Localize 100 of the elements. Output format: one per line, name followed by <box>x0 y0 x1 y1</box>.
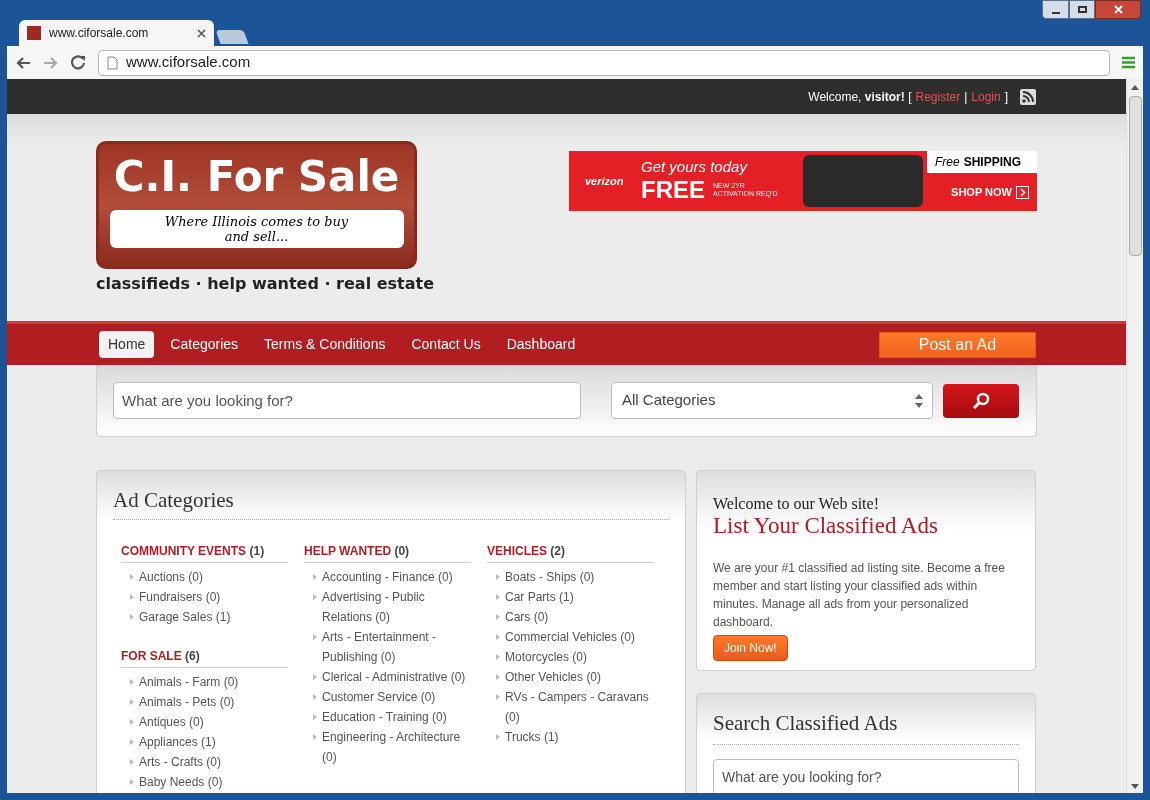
bullet-icon <box>313 573 317 580</box>
category-link[interactable]: Garage Sales (1) <box>139 606 231 627</box>
category-link[interactable]: Antiques (0) <box>139 711 204 732</box>
logo-subtitle: classifieds · help wanted · real estate <box>96 273 434 295</box>
bullet-icon <box>130 738 134 745</box>
scroll-down-icon[interactable] <box>1131 784 1139 789</box>
ad-brand: verizon <box>585 173 625 189</box>
category-link[interactable]: Animals - Farm (0) <box>139 671 239 692</box>
logo-sign[interactable]: C.I. For Sale Where Illinois comes to buy and sell... <box>96 141 417 269</box>
bullet-icon <box>130 593 134 600</box>
category-select[interactable]: All Categories <box>611 382 933 419</box>
category-link[interactable]: Other Vehicles (0) <box>505 666 602 687</box>
category-link[interactable]: Accounting - Finance (0) <box>322 566 453 587</box>
logo-tagline: Where Illinois comes to buy and sell... <box>109 210 404 248</box>
welcome-intro: Welcome to our Web site! <box>713 495 880 513</box>
top-bar-text: | <box>964 88 968 106</box>
category-link[interactable]: Clerical - Administrative (0) <box>322 666 466 687</box>
category-link[interactable]: Advertising - Public Relations (0) <box>322 586 471 627</box>
category-heading[interactable]: FOR SALE (6) <box>121 646 288 668</box>
tab-title: www.ciforsale.com <box>49 25 150 42</box>
bullet-icon <box>496 653 500 660</box>
ad-headline: Get yours today <box>641 158 749 176</box>
category-link[interactable]: Customer Service (0) <box>322 686 436 707</box>
nav-tab[interactable]: Categories <box>160 331 249 358</box>
favicon-icon <box>27 26 41 40</box>
category-link[interactable]: Arts - Crafts (0) <box>139 751 221 772</box>
category-link[interactable]: Education - Training (0) <box>322 706 447 727</box>
minimize-button[interactable] <box>1042 0 1069 19</box>
bullet-icon <box>130 573 134 580</box>
bullet-icon <box>313 733 317 740</box>
welcome-title: List Your Classified Ads <box>713 513 939 539</box>
menu-icon[interactable] <box>1122 56 1135 69</box>
bullet-icon <box>496 673 500 680</box>
bullet-icon <box>496 633 500 640</box>
search-field[interactable]: What are you looking for? <box>113 382 581 419</box>
category-heading[interactable]: HELP WANTED (0) <box>304 541 471 563</box>
bullet-icon <box>496 593 500 600</box>
address-bar[interactable]: www.ciforsale.com <box>98 49 1110 76</box>
close-icon[interactable] <box>197 28 206 38</box>
logo-title: C.I. For Sale <box>113 152 400 202</box>
category-link[interactable]: Baby Needs (0) <box>139 771 223 792</box>
category-heading[interactable]: VEHICLES (2) <box>487 541 654 563</box>
top-bar-link[interactable]: Register <box>915 87 961 106</box>
category-link[interactable]: Engineering - Architecture (0) <box>322 726 471 767</box>
bullet-icon <box>313 673 317 680</box>
bullet-icon <box>313 713 317 720</box>
panel-title: Ad Categories <box>113 485 669 520</box>
maximize-button[interactable] <box>1069 0 1095 19</box>
bullet-icon <box>313 693 317 700</box>
spinner-arrows-icon <box>914 392 924 409</box>
search-button[interactable] <box>943 383 1019 418</box>
bullet-icon <box>496 733 500 740</box>
scroll-thumb[interactable] <box>1128 96 1142 256</box>
rss-icon[interactable] <box>1020 88 1036 105</box>
chevron-icon <box>1016 185 1029 199</box>
top-bar-text: ] <box>1004 88 1008 106</box>
category-link[interactable]: Cars (0) <box>505 606 549 627</box>
category-link[interactable]: Appliances (1) <box>139 731 216 752</box>
nav-tab[interactable]: Contact Us <box>401 331 491 358</box>
shop-now-link[interactable]: SHOP NOW <box>951 183 1012 201</box>
category-link[interactable]: RVs - Campers - Caravans (0) <box>505 686 654 727</box>
bullet-icon <box>496 573 500 580</box>
search-field[interactable]: What are you looking for? <box>713 758 1019 793</box>
top-bar-text: Welcome, visitor! [ <box>808 88 912 106</box>
nav-tab[interactable]: Terms & Conditions <box>254 331 396 358</box>
shipping-label: Free SHIPPING <box>927 151 1037 173</box>
bullet-icon <box>130 613 134 620</box>
bullet-icon <box>130 678 134 685</box>
category-link[interactable]: Fundraisers (0) <box>139 586 221 607</box>
search-icon <box>972 391 990 410</box>
category-link[interactable]: Trucks (1) <box>505 726 559 747</box>
category-heading[interactable]: COMMUNITY EVENTS (1) <box>121 541 288 563</box>
bullet-icon <box>313 593 317 600</box>
category-link[interactable]: Car Parts (1) <box>505 586 574 607</box>
welcome-text: We are your #1 classified ad listing site. Become a free member and start listing your classified ads within minutes. Manage all ads from your personalized dashboard. <box>713 560 1006 631</box>
category-link[interactable]: Commercial Vehicles (0) <box>505 626 636 647</box>
nav-tab[interactable]: Dashboard <box>496 331 586 358</box>
category-link[interactable]: Arts - Entertainment - Publishing (0) <box>322 626 471 667</box>
bullet-icon <box>313 633 317 640</box>
scroll-up-icon[interactable] <box>1131 85 1139 90</box>
bullet-icon <box>130 698 134 705</box>
top-bar-link[interactable]: Login <box>971 87 1001 106</box>
category-link[interactable]: Motorcycles (0) <box>505 646 587 667</box>
back-icon[interactable] <box>15 55 31 70</box>
url-text: www.ciforsale.com <box>126 52 251 73</box>
browser-tab[interactable]: www.ciforsale.com <box>19 20 214 46</box>
bullet-icon <box>496 613 500 620</box>
ad-offer: FREE <box>641 176 705 204</box>
new-tab-button[interactable] <box>215 30 249 44</box>
nav-tab[interactable]: Home <box>99 331 155 358</box>
panel-title: Search Classified Ads <box>713 708 1019 745</box>
bullet-icon <box>130 778 134 785</box>
category-link[interactable]: Boats - Ships (0) <box>505 566 595 587</box>
bullet-icon <box>496 693 500 700</box>
category-link[interactable]: Auctions (0) <box>139 566 204 587</box>
bullet-icon <box>130 758 134 765</box>
page-icon <box>107 55 118 70</box>
category-link[interactable]: Animals - Pets (0) <box>139 691 235 712</box>
bullet-icon <box>130 718 134 725</box>
reload-icon[interactable] <box>71 55 86 70</box>
